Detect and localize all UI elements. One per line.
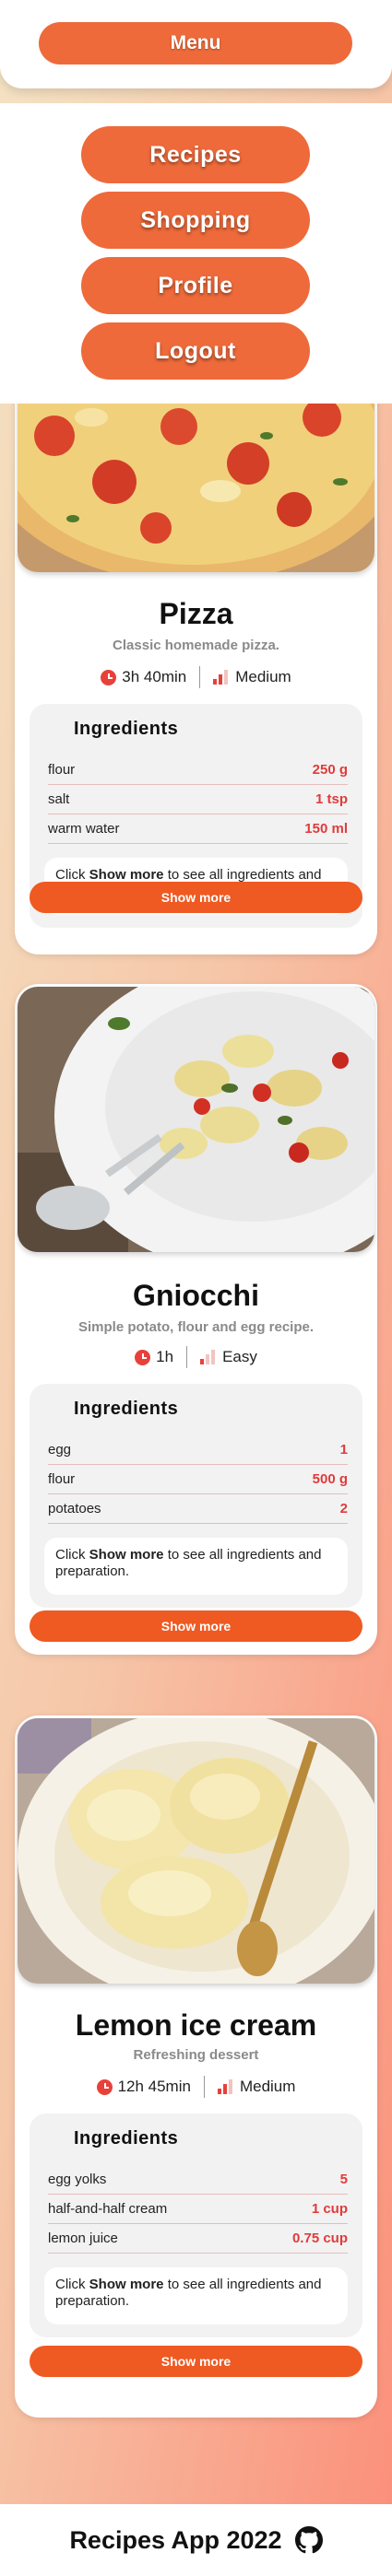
ingredient-name: warm water <box>48 821 120 837</box>
recipe-subtitle: Refreshing dessert <box>133 2047 259 2063</box>
show-more-button[interactable]: Show more <box>30 1610 362 1642</box>
ingredient-qty: 1 tsp <box>315 791 348 807</box>
recipe-image-gniocchi <box>18 987 374 1252</box>
show-more-button[interactable]: Show more <box>30 882 362 913</box>
ingredient-row: lemon juice 0.75 cup <box>48 2224 348 2254</box>
recipe-meta: 1h Easy <box>15 1345 377 1369</box>
clock-icon <box>101 669 117 685</box>
menu-button[interactable]: Menu <box>39 22 352 64</box>
ingredient-qty: 1 <box>339 1442 348 1458</box>
top-bar: Menu <box>0 0 392 88</box>
recipe-difficulty: Medium <box>239 2078 296 2095</box>
ingredients-heading: Ingredients <box>74 1399 179 1419</box>
meta-divider <box>186 1346 188 1368</box>
ingredient-qty: 250 g <box>312 762 348 778</box>
ingredient-qty: 0.75 cup <box>291 2231 348 2246</box>
ingredients-box: Ingredients egg 1 flour 500 g potatoes 2… <box>30 1384 362 1608</box>
ingredient-row: flour 250 g <box>48 755 348 785</box>
ingredient-name: potatoes <box>48 1501 101 1516</box>
difficulty-icon <box>213 670 230 685</box>
difficulty-icon <box>217 2079 234 2094</box>
clock-icon <box>135 1349 151 1365</box>
recipe-time: 3h 40min <box>122 668 187 685</box>
ingredient-row: warm water 150 ml <box>48 814 348 844</box>
ingredient-name: egg <box>48 1442 72 1458</box>
ingredient-qty: 2 <box>339 1501 348 1516</box>
meta-divider <box>203 2076 205 2098</box>
recipe-card-lemon-ice-cream: Lemon ice cream Refreshing dessert 12h 4… <box>15 1715 377 2418</box>
footer-text: Recipes App 2022 <box>69 2525 282 2554</box>
show-more-hint: Click Show more to see all ingredients a… <box>44 2267 348 2324</box>
ingredient-row: egg 1 <box>48 1435 348 1465</box>
meta-divider <box>199 666 201 688</box>
ingredient-row: salt 1 tsp <box>48 785 348 814</box>
recipe-difficulty: Easy <box>222 1348 257 1365</box>
show-more-hint: Click Show more to see all ingredients a… <box>44 1538 348 1595</box>
ingredient-name: flour <box>48 1471 76 1487</box>
ingredient-row: half-and-half cream 1 cup <box>48 2195 348 2224</box>
nav-logout-button[interactable]: Logout <box>81 322 310 380</box>
ingredient-qty: 500 g <box>312 1471 348 1487</box>
nav-menu: Recipes Shopping Profile Logout <box>0 103 392 404</box>
ingredient-row: flour 500 g <box>48 1465 348 1494</box>
recipe-image-lemon-ice-cream <box>18 1718 374 1984</box>
ingredient-qty: 1 cup <box>311 2201 348 2217</box>
recipe-difficulty: Medium <box>235 668 291 685</box>
clock-icon <box>96 2078 113 2095</box>
nav-profile-button[interactable]: Profile <box>81 257 310 314</box>
ingredient-name: egg yolks <box>48 2172 107 2187</box>
ingredient-name: lemon juice <box>48 2231 118 2246</box>
ingredient-row: egg yolks 5 <box>48 2165 348 2195</box>
nav-recipes-button[interactable]: Recipes <box>81 126 310 183</box>
github-icon[interactable] <box>294 2526 323 2554</box>
footer: Recipes App 2022 <box>0 2504 392 2576</box>
nav-shopping-button[interactable]: Shopping <box>81 192 310 249</box>
recipe-time: 1h <box>156 1348 174 1365</box>
recipe-meta: 12h 45min Medium <box>15 2075 377 2099</box>
ingredient-name: half-and-half cream <box>48 2201 168 2217</box>
recipe-subtitle: Classic homemade pizza. <box>113 638 279 653</box>
ingredient-name: salt <box>48 791 70 807</box>
ingredient-qty: 5 <box>339 2172 348 2187</box>
recipe-time: 12h 45min <box>117 2078 191 2095</box>
ingredients-heading: Ingredients <box>74 719 179 739</box>
recipe-card-gniocchi: Gniocchi Simple potato, flour and egg re… <box>15 984 377 1655</box>
ingredients-box: Ingredients egg yolks 5 half-and-half cr… <box>30 2113 362 2337</box>
difficulty-icon <box>200 1350 217 1364</box>
ingredients-heading: Ingredients <box>74 2128 179 2149</box>
recipe-title: Lemon ice cream <box>75 2008 317 2042</box>
recipe-subtitle: Simple potato, flour and egg recipe. <box>77 1319 315 1335</box>
ingredient-name: flour <box>48 762 76 778</box>
recipe-meta: 3h 40min Medium <box>15 665 377 689</box>
ingredient-qty: 150 ml <box>304 821 348 837</box>
ingredient-row: potatoes 2 <box>48 1494 348 1524</box>
recipe-title: Gniocchi <box>133 1279 259 1312</box>
show-more-button[interactable]: Show more <box>30 2346 362 2377</box>
recipe-title: Pizza <box>159 597 233 630</box>
